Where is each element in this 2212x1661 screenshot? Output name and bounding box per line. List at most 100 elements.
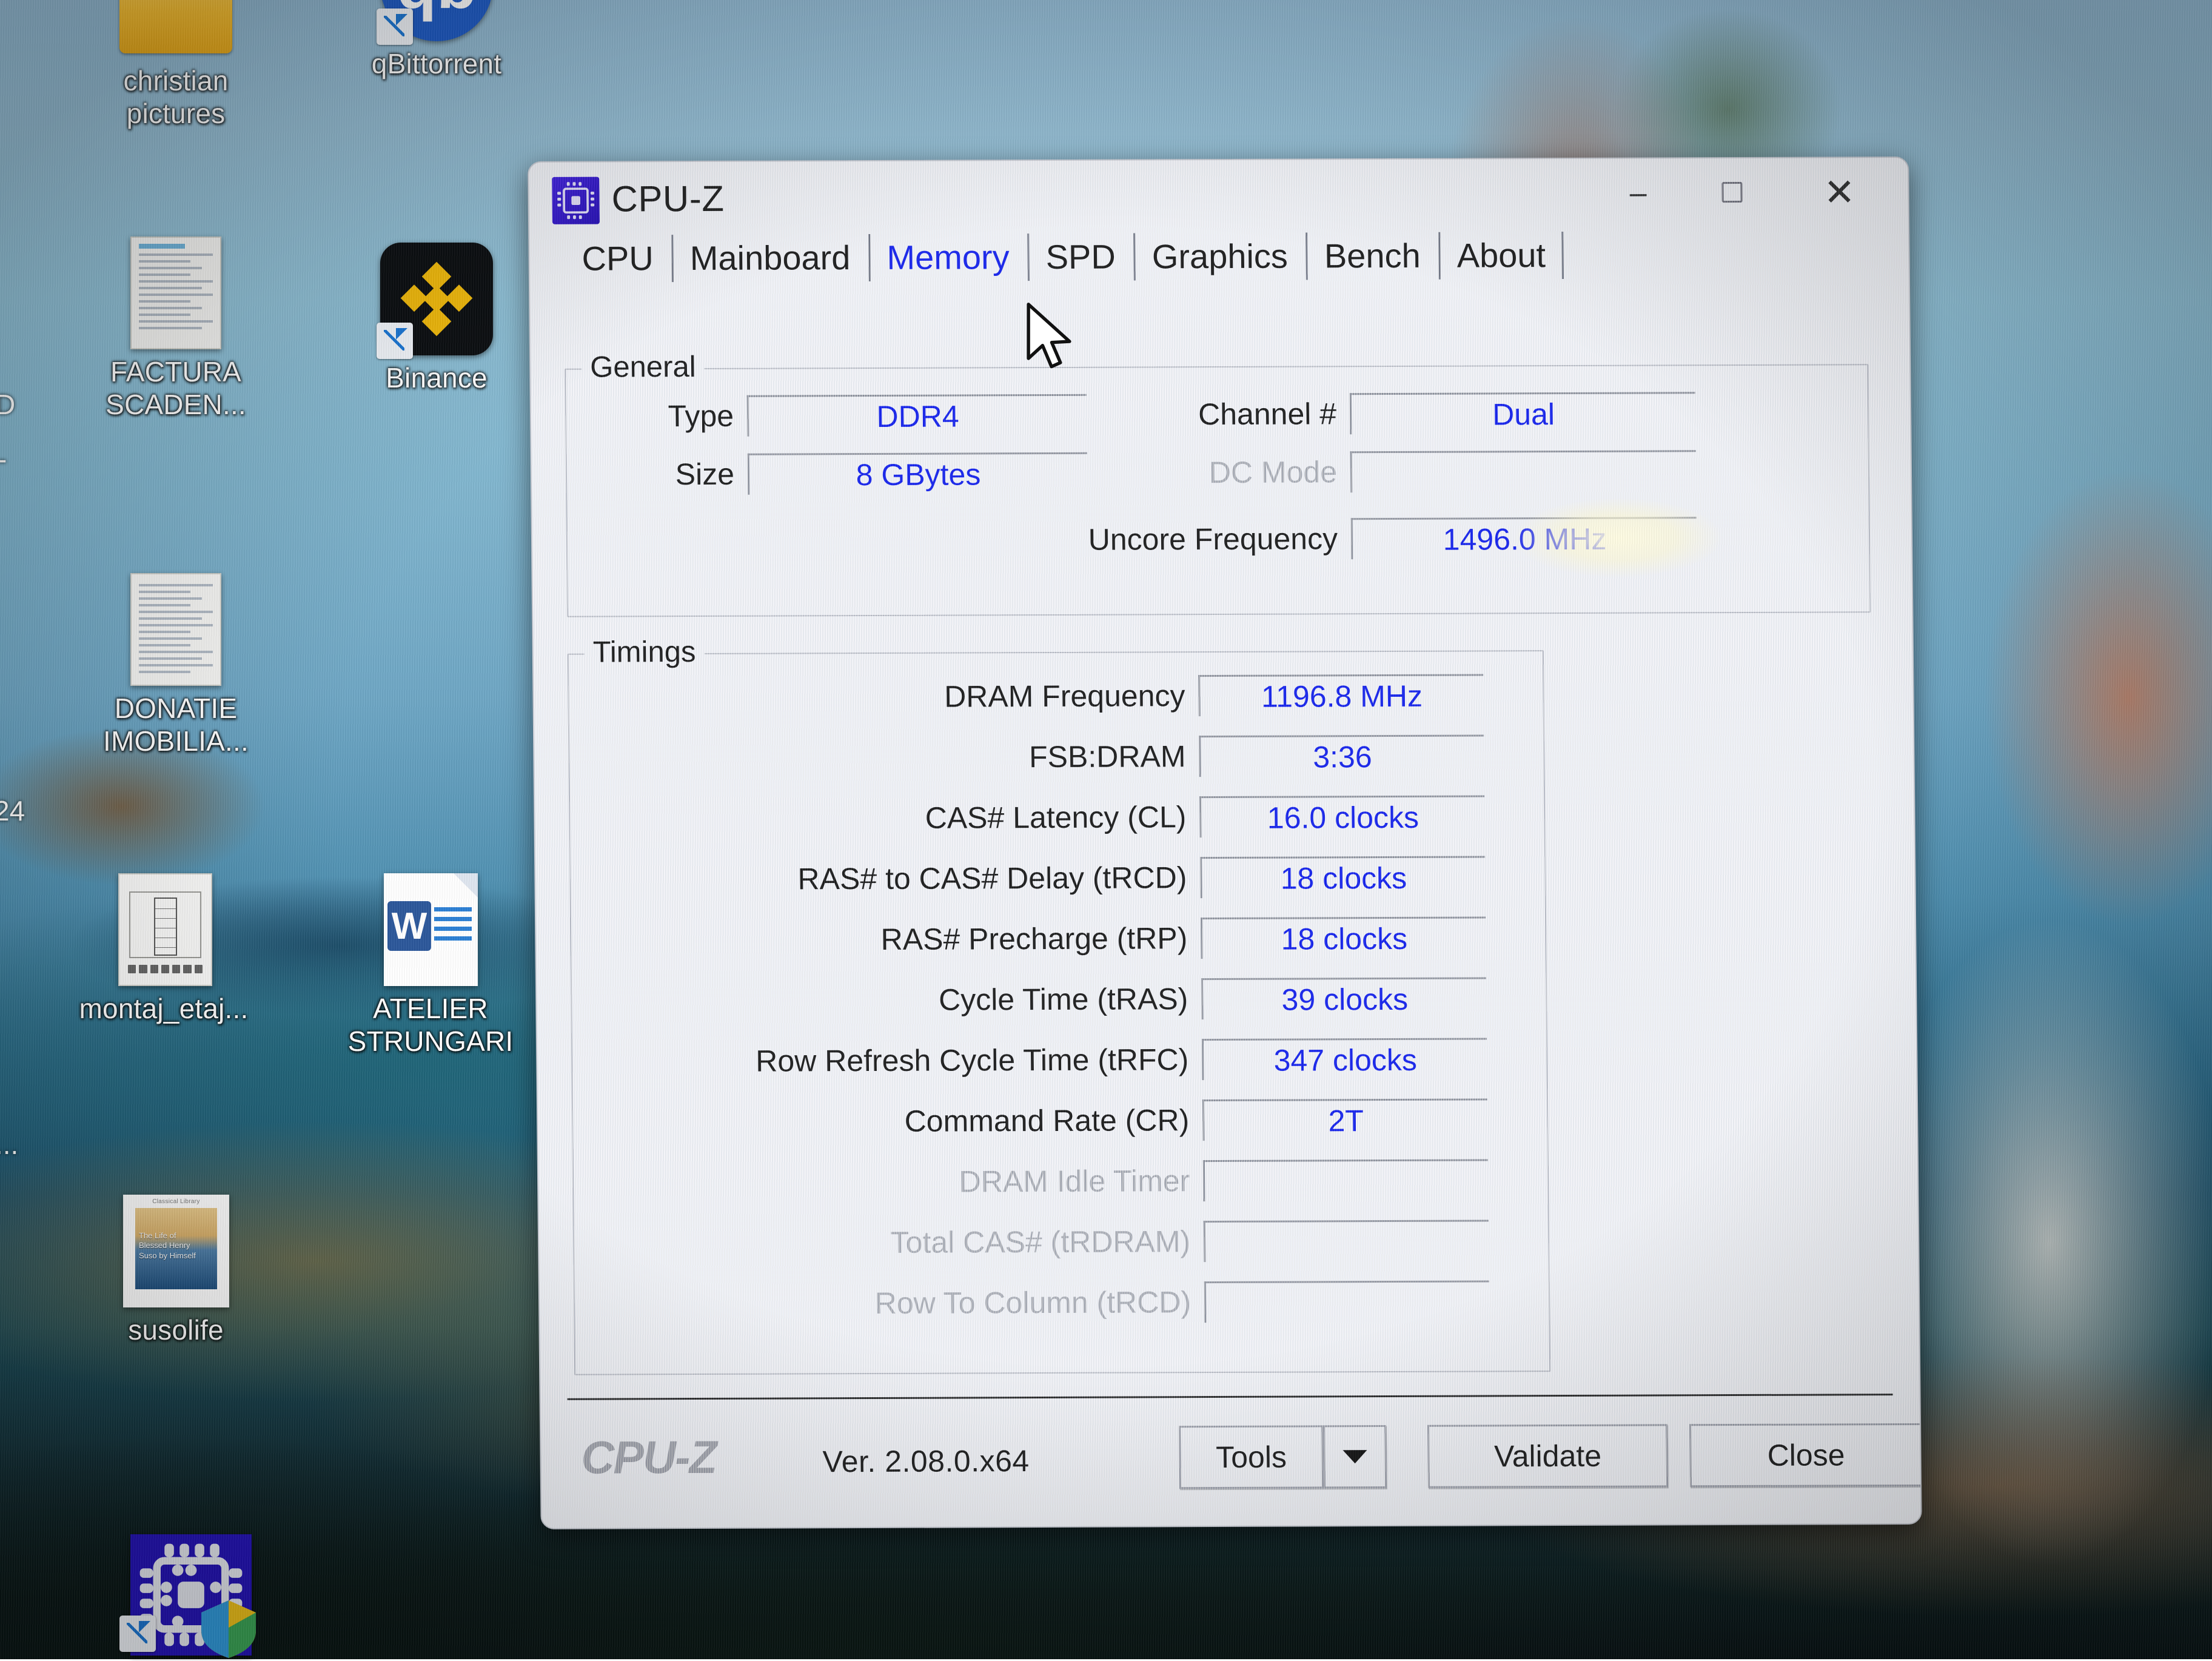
- desktop-icon-christian-pictures[interactable]: christian pictures: [76, 0, 276, 130]
- trp-field: 18 clocks: [1201, 916, 1486, 959]
- validate-button-label: Validate: [1494, 1438, 1602, 1474]
- trcd-field: 18 clocks: [1200, 856, 1486, 898]
- tools-button-label: Tools: [1216, 1440, 1287, 1475]
- shortcut-arrow-icon: [119, 1616, 156, 1652]
- channel-field: Dual: [1350, 392, 1696, 434]
- dram-idle-timer-label: DRAM Idle Timer: [595, 1163, 1190, 1200]
- cpuz-icon: [552, 177, 600, 224]
- desktop-icon-cpuz-shortcut[interactable]: [76, 1534, 276, 1653]
- tab-bar: CPU Mainboard Memory SPD Graphics Bench …: [563, 229, 1909, 294]
- folder-icon: [119, 0, 232, 58]
- cas-latency-label: CAS# Latency (CL): [592, 799, 1187, 836]
- fsb-dram-value: 3:36: [1313, 739, 1372, 774]
- tras-value: 39 clocks: [1281, 981, 1408, 1017]
- version-label: Ver. 2.08.0.x64: [822, 1443, 1030, 1479]
- desktop-icon-label: Binance: [337, 361, 537, 394]
- type-label: Type: [600, 398, 734, 434]
- tras-field: 39 clocks: [1201, 977, 1487, 1019]
- type-value: DDR4: [876, 398, 959, 434]
- tab-bench[interactable]: Bench: [1305, 231, 1439, 276]
- fsb-dram-label: FSB:DRAM: [591, 739, 1186, 776]
- trcd-value: 18 clocks: [1280, 860, 1407, 896]
- desktop-icon-label: ATELIER STRUNGARI: [330, 992, 531, 1058]
- total-cas-field: [1204, 1220, 1489, 1262]
- qbittorrent-icon: [380, 0, 493, 41]
- desktop-icon-qbittorrent[interactable]: qBittorrent: [337, 0, 537, 80]
- tab-graphics[interactable]: Graphics: [1133, 232, 1306, 277]
- trp-value: 18 clocks: [1281, 921, 1407, 956]
- size-value: 8 GBytes: [856, 457, 980, 492]
- desktop-icon-factura-scaden[interactable]: FACTURA SCADEN...: [76, 237, 276, 421]
- desktop-icon-label: christian pictures: [76, 64, 276, 130]
- tab-spd[interactable]: SPD: [1027, 232, 1134, 277]
- desktop-icon-label: FACTURA SCADEN...: [76, 355, 276, 421]
- tools-button[interactable]: Tools: [1179, 1425, 1324, 1489]
- close-button-label: Close: [1767, 1437, 1845, 1472]
- general-group: General Type DDR4 Size 8 GBytes Channel …: [565, 364, 1871, 617]
- row-to-column-label: Row To Column (tRCD): [597, 1284, 1191, 1321]
- timings-group-title: Timings: [585, 635, 705, 669]
- desktop-icon-atelier-strungari[interactable]: W ATELIER STRUNGARI: [330, 873, 531, 1058]
- shortcut-arrow-icon: [377, 8, 413, 45]
- cpuz-wordmark: CPU-Z: [581, 1431, 716, 1485]
- command-rate-value: 2T: [1328, 1103, 1364, 1138]
- desktop-edge-fragment-1: D: [0, 388, 15, 421]
- dc-mode-label: DC Mode: [1028, 454, 1338, 491]
- close-dialog-button[interactable]: Close: [1689, 1423, 1922, 1487]
- desktop-edge-fragment-2: -: [0, 443, 7, 475]
- shortcut-arrow-icon: [377, 323, 413, 359]
- tab-memory[interactable]: Memory: [868, 232, 1028, 277]
- validate-button[interactable]: Validate: [1427, 1424, 1668, 1488]
- desktop-icon-montaj-etaj[interactable]: montaj_etaj...: [64, 873, 264, 1025]
- tab-cpu[interactable]: CPU: [563, 233, 672, 278]
- chevron-down-icon: [1342, 1450, 1367, 1463]
- trp-label: RAS# Precharge (tRP): [593, 921, 1188, 958]
- desktop-icon-susolife[interactable]: Classical Library The Life ofBlessed Hen…: [76, 1195, 276, 1346]
- desktop-icon-label: montaj_etaj...: [64, 992, 264, 1025]
- desktop-icon-binance[interactable]: Binance: [337, 243, 537, 394]
- drawing-document-icon: [107, 873, 220, 986]
- maximize-button[interactable]: [1698, 169, 1766, 215]
- total-cas-label: Total CAS# (tRDRAM): [596, 1224, 1191, 1261]
- desktop-icon-donatie-imobilia[interactable]: DONATIE IMOBILIA...: [76, 573, 276, 758]
- window-footer: CPU-Z Ver. 2.08.0.x64 Tools Validate Clo…: [568, 1394, 1894, 1528]
- tras-label: Cycle Time (tRAS): [594, 981, 1188, 1018]
- desktop-icon-label: qBittorrent: [337, 47, 537, 80]
- cpuz-shortcut-icon: [119, 1534, 232, 1647]
- general-group-title: General: [581, 350, 705, 384]
- trfc-field: 347 clocks: [1202, 1038, 1487, 1080]
- channel-label: Channel #: [1027, 396, 1337, 432]
- uncore-frequency-label: Uncore Frequency: [907, 521, 1338, 557]
- trfc-label: Row Refresh Cycle Time (tRFC): [594, 1042, 1189, 1079]
- uncore-frequency-value: 1496.0 MHz: [1443, 521, 1606, 557]
- close-icon: ✕: [1823, 170, 1855, 214]
- dram-idle-timer-field: [1203, 1159, 1489, 1201]
- minimize-button[interactable]: –: [1604, 169, 1672, 215]
- uncore-frequency-field: 1496.0 MHz: [1351, 517, 1697, 559]
- maximize-icon: [1721, 182, 1742, 203]
- dram-frequency-value: 1196.8 MHz: [1261, 678, 1423, 714]
- tab-mainboard[interactable]: Mainboard: [671, 233, 868, 278]
- channel-value: Dual: [1492, 397, 1555, 432]
- dc-mode-field: [1350, 450, 1697, 492]
- timings-group: Timings DRAM Frequency 1196.8 MHz FSB:DR…: [568, 650, 1550, 1375]
- trfc-value: 347 clocks: [1273, 1042, 1417, 1078]
- dram-frequency-label: DRAM Frequency: [591, 678, 1185, 715]
- window-title: CPU-Z: [611, 178, 724, 220]
- desktop-edge-fragment-3: 24: [0, 794, 25, 827]
- cas-latency-value: 16.0 clocks: [1267, 799, 1419, 835]
- book-cover-icon: Classical Library The Life ofBlessed Hen…: [119, 1195, 232, 1307]
- dram-frequency-field: 1196.8 MHz: [1198, 674, 1484, 716]
- word-document-icon: W: [374, 873, 487, 986]
- cas-latency-field: 16.0 clocks: [1199, 795, 1485, 837]
- close-button[interactable]: ✕: [1806, 169, 1873, 215]
- trcd-label: RAS# to CAS# Delay (tRCD): [592, 860, 1187, 897]
- desktop-edge-fragment-4: ...: [0, 1128, 18, 1161]
- tab-about[interactable]: About: [1438, 230, 1564, 275]
- desktop-icon-label: susolife: [76, 1314, 276, 1346]
- cpuz-window: CPU-Z – ✕ CPU Mainboard Memory SPD Graph…: [528, 156, 1922, 1529]
- window-titlebar[interactable]: CPU-Z – ✕: [529, 158, 1908, 234]
- document-icon: [119, 573, 232, 686]
- binance-icon: [380, 243, 493, 355]
- tools-dropdown-button[interactable]: [1323, 1425, 1387, 1488]
